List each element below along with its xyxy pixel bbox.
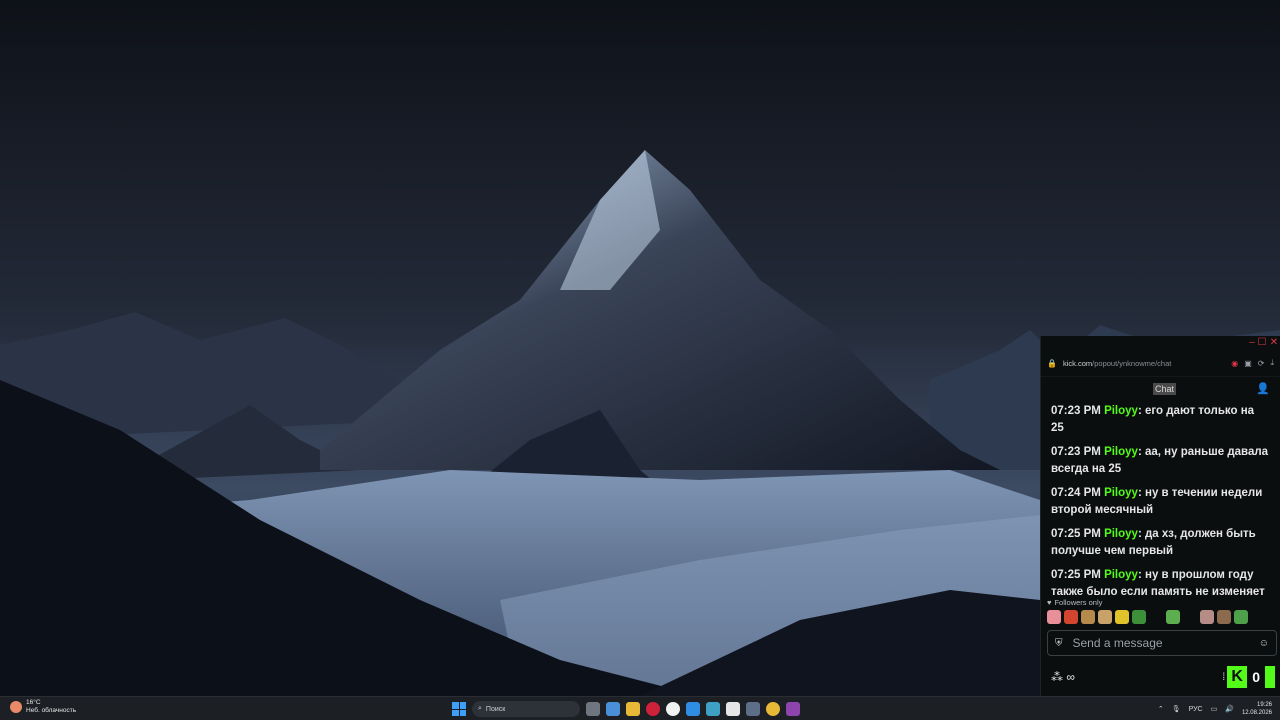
shield-icon[interactable]: ⛨ — [1055, 638, 1063, 649]
screenshot-icon[interactable]: ▣ — [1244, 359, 1252, 368]
user-settings-icon[interactable]: 👤 — [1256, 382, 1270, 395]
emoji-app-icon[interactable] — [766, 702, 780, 716]
url-path: /popout/ynknowme/chat — [1092, 358, 1172, 368]
chat-messages: 07:23 PM Piloyy: его дают только на 25 0… — [1041, 401, 1280, 601]
emote-spacer — [1149, 610, 1163, 624]
window-titlebar: – ☐ ✕ — [1041, 336, 1280, 350]
kick-badge-dot-icon: ⁞ — [1222, 671, 1226, 683]
weather-icon — [10, 701, 22, 713]
taskbar: 16°C Неб. облачность ⌕ Поиск ⌃ 🎙 РУС ▭ 🔊… — [0, 696, 1280, 720]
chat-popout-window: – ☐ ✕ 🔒 kick.com/popout/ynknowme/chat ◉ … — [1040, 336, 1280, 696]
clock-time: 19:26 — [1256, 702, 1272, 708]
download-icon[interactable]: ⤓ — [1270, 358, 1274, 368]
search-placeholder: Поиск — [485, 705, 506, 713]
heart-icon: ♥ — [1047, 598, 1052, 607]
task-view-icon[interactable] — [586, 702, 600, 716]
close-icon[interactable]: ✕ — [1269, 338, 1279, 348]
volume-icon[interactable]: 🔊 — [1225, 705, 1234, 713]
chrome-icon[interactable] — [606, 702, 620, 716]
media-app-icon[interactable] — [786, 702, 800, 716]
emote-bar — [1047, 610, 1248, 624]
kick-badge-end — [1265, 666, 1275, 688]
network-icon[interactable]: ▭ — [1211, 705, 1218, 713]
weather-temp: 16°C — [26, 699, 41, 706]
message-username[interactable]: Piloyy — [1104, 487, 1138, 499]
followers-only-label: Followers only — [1054, 598, 1103, 607]
message-username[interactable]: Piloyy — [1104, 569, 1138, 581]
message-username[interactable]: Piloyy — [1104, 405, 1138, 417]
message-time: 07:25 PM — [1051, 569, 1101, 581]
followers-only-indicator: ♥ Followers only — [1047, 598, 1102, 607]
kick-badge[interactable]: ⁞ K 0 — [1222, 666, 1275, 688]
message-username[interactable]: Piloyy — [1104, 528, 1138, 540]
lock-icon[interactable]: 🔒 — [1047, 359, 1057, 368]
chat-header: Chat 👤 — [1041, 377, 1280, 401]
emoji-icon[interactable]: ☺ — [1259, 638, 1269, 649]
kick-logo-icon: K — [1227, 666, 1248, 688]
channel-points-icon[interactable]: ⁂ ∞ — [1051, 670, 1075, 684]
emote-icon[interactable] — [1217, 610, 1231, 624]
message-input-box[interactable]: ⛨ ☺ — [1047, 630, 1277, 656]
chat-message: 07:24 PM Piloyy: ну в течении недели вто… — [1051, 487, 1263, 516]
url-text[interactable]: kick.com/popout/ynknowme/chat — [1063, 359, 1225, 368]
emote-icon[interactable] — [1200, 610, 1214, 624]
tray-overflow-icon[interactable]: ⌃ — [1158, 705, 1164, 713]
sync-icon[interactable]: ⟳ — [1258, 359, 1265, 368]
url-domain: kick.com — [1062, 358, 1093, 368]
chat-message: 07:23 PM Piloyy: аа, ну раньше давала вс… — [1051, 446, 1269, 475]
obs-icon[interactable] — [726, 702, 740, 716]
chat-message: 07:25 PM Piloyy: ну в прошлом году также… — [1051, 569, 1265, 598]
emote-spacer — [1183, 610, 1197, 624]
browser-app-icon[interactable] — [706, 702, 720, 716]
weather-widget[interactable]: 16°C Неб. облачность — [10, 699, 76, 715]
system-tray: ⌃ 🎙 РУС ▭ 🔊 19:26 12.08.2026 — [1158, 699, 1272, 719]
taskbar-apps: ⌕ Поиск — [452, 699, 800, 719]
extension-icon[interactable]: ◉ — [1231, 359, 1238, 368]
message-input[interactable] — [1070, 635, 1251, 651]
emote-icon[interactable] — [1098, 610, 1112, 624]
clock-date: 12.08.2026 — [1241, 710, 1272, 716]
yandex-browser-icon[interactable] — [666, 702, 680, 716]
message-username[interactable]: Piloyy — [1104, 446, 1138, 458]
maximize-icon[interactable]: ☐ — [1257, 338, 1267, 348]
kick-count: 0 — [1252, 669, 1260, 685]
opera-icon[interactable] — [646, 702, 660, 716]
clock[interactable]: 19:26 12.08.2026 — [1242, 701, 1272, 717]
message-time: 07:25 PM — [1051, 528, 1101, 540]
weather-desc: Неб. облачность — [26, 707, 77, 714]
language-indicator[interactable]: РУС — [1189, 706, 1203, 713]
chat-title: Chat — [1153, 383, 1177, 395]
todo-icon[interactable] — [686, 702, 700, 716]
message-time: 07:24 PM — [1051, 487, 1101, 499]
chat-message: 07:25 PM Piloyy: да хз, должен быть полу… — [1051, 528, 1256, 557]
message-time: 07:23 PM — [1051, 405, 1101, 417]
file-explorer-icon[interactable] — [626, 702, 640, 716]
emote-icon[interactable] — [1115, 610, 1129, 624]
emote-icon[interactable] — [1064, 610, 1078, 624]
message-time: 07:23 PM — [1051, 446, 1101, 458]
emote-icon[interactable] — [1166, 610, 1180, 624]
emote-icon[interactable] — [1081, 610, 1095, 624]
search-icon: ⌕ — [478, 705, 482, 712]
address-bar: 🔒 kick.com/popout/ynknowme/chat ◉ ▣ ⟳ ⤓ — [1041, 350, 1280, 377]
notepad-icon[interactable] — [746, 702, 760, 716]
chat-footer: ⁂ ∞ ⁞ K 0 — [1047, 666, 1275, 690]
chat-message: 07:23 PM Piloyy: его дают только на 25 — [1051, 405, 1255, 434]
emote-icon[interactable] — [1047, 610, 1061, 624]
microphone-icon[interactable]: 🎙 — [1172, 705, 1181, 713]
minimize-icon[interactable]: – — [1247, 338, 1257, 348]
emote-icon[interactable] — [1234, 610, 1248, 624]
taskbar-search[interactable]: ⌕ Поиск — [472, 701, 580, 717]
start-icon[interactable] — [452, 702, 466, 716]
points-value: ∞ — [1066, 670, 1075, 684]
emote-icon[interactable] — [1132, 610, 1146, 624]
